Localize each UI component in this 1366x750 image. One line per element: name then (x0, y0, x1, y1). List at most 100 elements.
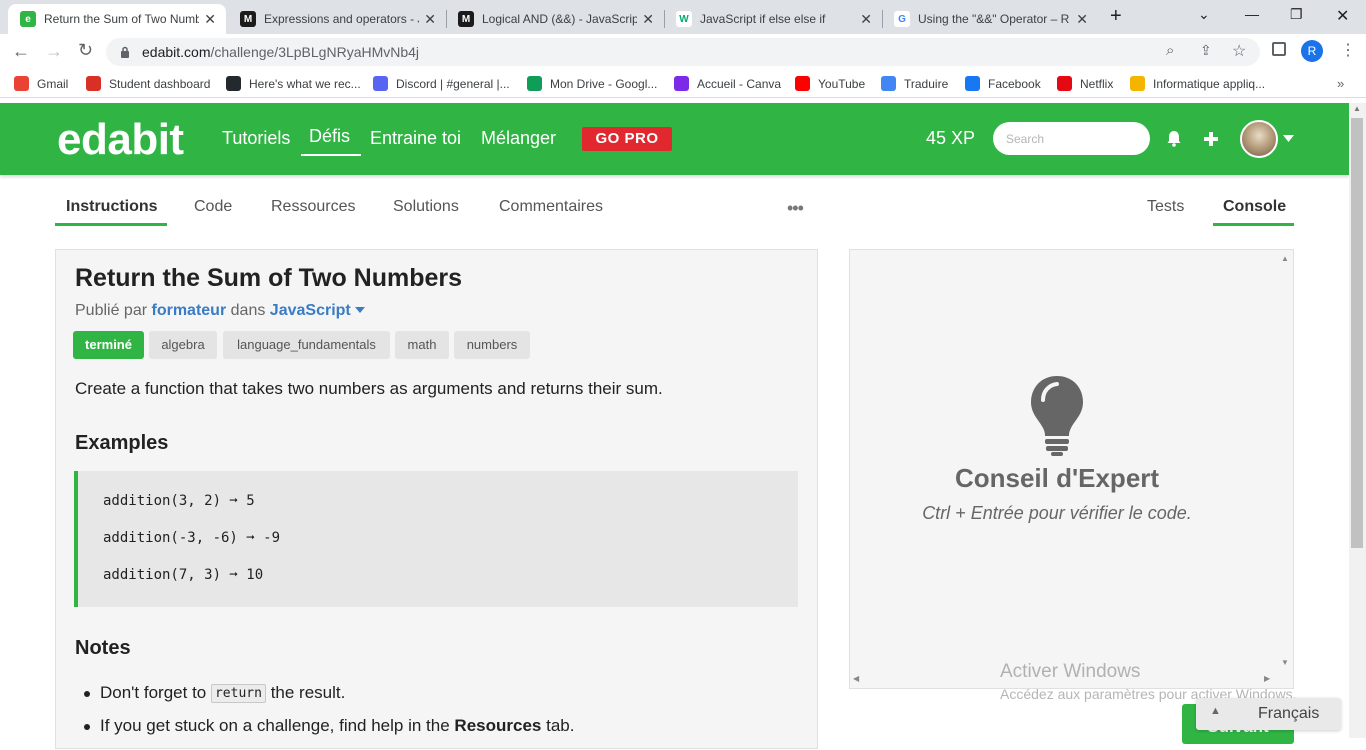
scroll-left-arrow-icon[interactable]: ◀ (853, 674, 859, 683)
bookmark-item[interactable]: Mon Drive - Googl... (527, 76, 657, 91)
language-selector[interactable]: ▲ Français (1196, 698, 1341, 730)
browser-tab-title: JavaScript if else else if (700, 12, 826, 26)
edabit-logo[interactable]: edabit (57, 115, 184, 165)
bookmark-item[interactable]: Here's what we rec... (226, 76, 361, 91)
drive-icon (527, 76, 542, 91)
more-options-icon[interactable]: ••• (787, 198, 804, 219)
lightbulb-icon (1031, 376, 1083, 456)
minimize-icon[interactable]: — (1245, 6, 1259, 22)
challenge-description: Create a function that takes two numbers… (75, 379, 663, 398)
zoom-icon[interactable]: ⌕ (1166, 42, 1174, 59)
caret-down-icon[interactable] (1283, 135, 1294, 142)
tag-algebra[interactable]: algebra (149, 331, 217, 359)
bookmark-item[interactable]: Informatique appliq... (1130, 76, 1265, 91)
github-icon (226, 76, 241, 91)
browser-tab-active[interactable]: e Return the Sum of Two Numb ✕ (8, 4, 226, 34)
back-icon[interactable]: ← (12, 41, 30, 62)
bookmark-label: Here's what we rec... (249, 76, 361, 91)
page-scrollbar-thumb[interactable] (1351, 118, 1363, 548)
bookmark-item[interactable]: YouTube (795, 76, 865, 91)
restore-icon[interactable]: ❐ (1290, 6, 1303, 23)
bookmark-label: Mon Drive - Googl... (550, 76, 658, 91)
close-tab-icon[interactable]: ✕ (1076, 11, 1088, 28)
reload-icon[interactable]: ↻ (78, 40, 93, 61)
close-window-icon[interactable]: ✕ (1336, 6, 1349, 26)
user-avatar[interactable] (1240, 120, 1278, 158)
go-pro-button[interactable]: GO PRO (582, 127, 672, 151)
resources-tab-reference: Resources (454, 716, 542, 735)
side-panel-icon[interactable] (1272, 42, 1286, 56)
browser-tab[interactable]: M Logical AND (&&) - JavaScrip ✕ (446, 4, 664, 34)
bookmark-item[interactable]: Accueil - Canva (674, 76, 781, 91)
tab-tests[interactable]: Tests (1147, 198, 1184, 216)
bookmark-label: Facebook (988, 76, 1041, 91)
bookmark-item[interactable]: Facebook (965, 76, 1041, 91)
bookmark-star-icon[interactable]: ☆ (1232, 41, 1246, 61)
tab-console[interactable]: Console (1223, 198, 1286, 216)
nav-entraine-toi[interactable]: Entraine toi (370, 128, 461, 149)
browser-tab[interactable]: M Expressions and operators - J ✕ (228, 4, 446, 34)
plus-icon[interactable] (1203, 131, 1219, 147)
nav-active-indicator (301, 154, 361, 156)
published-by-label: Publié par (75, 302, 148, 319)
note-text: If you get stuck on a challenge, find he… (100, 716, 450, 735)
caret-up-icon: ▲ (1210, 705, 1221, 717)
language-dropdown[interactable]: JavaScript (270, 302, 351, 319)
browser-menu-icon[interactable]: ⋮ (1340, 40, 1356, 60)
expert-tip-text: Ctrl + Entrée pour vérifier le code. (922, 503, 1192, 523)
browser-tab[interactable]: G Using the "&&" Operator – R ✕ (882, 4, 1098, 34)
share-icon[interactable]: ⇪ (1200, 42, 1212, 59)
challenge-title: Return the Sum of Two Numbers (75, 264, 463, 292)
classroom-icon (1130, 76, 1145, 91)
address-bar[interactable]: edabit.com/challenge/3LpBLgNRyaHMvNb4j ⌕… (106, 38, 1260, 66)
examples-code-block: addition(3, 2) ➞ 5 addition(-3, -6) ➞ -9… (74, 471, 798, 607)
tab-search-icon[interactable]: ⌄ (1198, 6, 1210, 23)
console-scrollbar[interactable]: ▲ ▼ (1279, 252, 1291, 670)
scroll-down-arrow-icon[interactable]: ▼ (1281, 658, 1289, 667)
bullet (84, 691, 90, 697)
nav-defis[interactable]: Défis (309, 126, 350, 147)
in-label: dans (230, 302, 266, 319)
bookmark-item[interactable]: Gmail (14, 76, 68, 91)
bookmark-item[interactable]: Netflix (1057, 76, 1113, 91)
w3schools-favicon-icon: W (676, 11, 692, 27)
page-scroll-up-icon[interactable]: ▲ (1353, 104, 1361, 113)
tag-termine[interactable]: terminé (73, 331, 144, 359)
more-bookmarks-icon[interactable]: » (1337, 76, 1344, 91)
tag-math[interactable]: math (395, 331, 449, 359)
nav-melanger[interactable]: Mélanger (481, 128, 556, 149)
nav-tutoriels[interactable]: Tutoriels (222, 128, 290, 149)
bookmark-item[interactable]: Traduire (881, 76, 948, 91)
forward-icon[interactable]: → (45, 41, 63, 62)
lock-icon (121, 46, 129, 58)
note-item: If you get stuck on a challenge, find he… (84, 716, 574, 736)
example-line: addition(7, 3) ➞ 10 (103, 567, 264, 583)
author-link[interactable]: formateur (152, 302, 227, 319)
profile-avatar[interactable]: R (1301, 40, 1323, 62)
close-tab-icon[interactable]: ✕ (642, 11, 654, 28)
scroll-right-arrow-icon[interactable]: ▶ (1264, 674, 1270, 683)
tab-ressources[interactable]: Ressources (271, 198, 355, 216)
bell-icon[interactable] (1166, 130, 1182, 147)
browser-tab[interactable]: W JavaScript if else else if ✕ (664, 4, 882, 34)
mdn-favicon-icon: M (240, 11, 256, 27)
browser-tab-title: Logical AND (&&) - JavaScrip (482, 12, 637, 26)
tab-commentaires[interactable]: Commentaires (499, 198, 603, 216)
close-tab-icon[interactable]: ✕ (424, 11, 436, 28)
tag-language-fundamentals[interactable]: language_fundamentals (223, 331, 390, 359)
tab-code[interactable]: Code (194, 198, 232, 216)
bookmark-label: Informatique appliq... (1153, 76, 1266, 91)
translate-icon (881, 76, 896, 91)
close-tab-icon[interactable]: ✕ (204, 11, 216, 28)
language-caret-icon[interactable] (355, 307, 366, 313)
tag-numbers[interactable]: numbers (454, 331, 530, 359)
scroll-up-arrow-icon[interactable]: ▲ (1281, 254, 1289, 263)
netflix-icon (1057, 76, 1072, 91)
tab-instructions[interactable]: Instructions (66, 198, 158, 216)
close-tab-icon[interactable]: ✕ (860, 11, 872, 28)
search-input[interactable] (993, 122, 1150, 155)
bookmark-item[interactable]: Student dashboard (86, 76, 210, 91)
bookmark-item[interactable]: Discord | #general |... (373, 76, 510, 91)
tab-solutions[interactable]: Solutions (393, 198, 459, 216)
new-tab-button[interactable]: + (1110, 5, 1122, 28)
